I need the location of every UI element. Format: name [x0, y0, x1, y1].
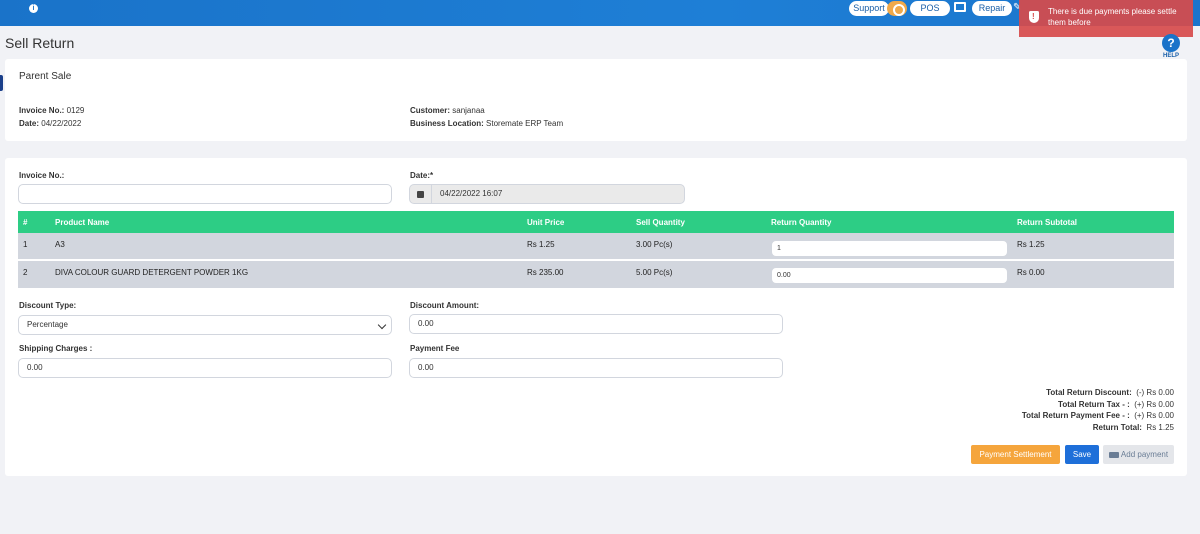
toast-message: There is due payments please settle them… [1048, 7, 1177, 27]
invoice-no-label: Invoice No.: [19, 171, 65, 180]
row-return-subtotal: Rs 0.00 [1017, 268, 1045, 277]
return-total-value: Rs 1.25 [1146, 422, 1174, 432]
total-return-discount: Total Return Discount: (-) Rs 0.00 [1022, 387, 1174, 399]
col-product-name: Product Name [55, 218, 110, 227]
parent-customer-label: Customer: [410, 106, 451, 115]
help-button[interactable]: ? HELP [1158, 34, 1184, 59]
parent-customer: Customer: sanjanaa [410, 106, 485, 115]
total-return-payment-fee-label: Total Return Payment Fee - : [1021, 411, 1130, 420]
cash-icon [1108, 451, 1119, 458]
return-total: Return Total: Rs 1.25 [1022, 422, 1174, 434]
parent-date-label: Date: [19, 119, 40, 128]
shipping-charges-input[interactable]: 0.00 [18, 358, 392, 378]
parent-invoice: Invoice No.: 0129 [19, 106, 84, 115]
add-payment-label: Add payment [1120, 450, 1169, 459]
row-unit-price: Rs 1.25 [527, 240, 555, 249]
table-row: 2 DIVA COLOUR GUARD DETERGENT POWDER 1KG… [18, 261, 1174, 288]
support-button[interactable]: Support [849, 1, 889, 16]
pos-button[interactable]: POS [910, 1, 950, 16]
col-sell-quantity: Sell Quantity [636, 218, 685, 227]
parent-invoice-label: Invoice No.: [19, 106, 65, 115]
calendar-icon [417, 191, 424, 198]
save-button[interactable]: Save [1065, 445, 1099, 464]
invoice-no-input[interactable] [18, 184, 392, 204]
page-title: Sell Return [5, 35, 75, 51]
row-sell-quantity: 3.00 Pc(s) [636, 240, 673, 249]
chevron-down-icon [377, 320, 387, 330]
row-return-subtotal: Rs 1.25 [1017, 240, 1045, 249]
row-number: 1 [23, 240, 28, 249]
support-icon[interactable] [887, 1, 907, 16]
parent-location: Business Location: Storemate ERP Team [410, 119, 563, 128]
parent-location-label: Business Location: [410, 119, 484, 128]
date-value: 04/22/2022 16:07 [440, 189, 503, 198]
total-return-discount-value: (-) Rs 0.00 [1136, 388, 1174, 397]
table-row: 1 A3 Rs 1.25 3.00 Pc(s) 1 Rs 1.25 [18, 233, 1174, 260]
products-table-header: # Product Name Unit Price Sell Quantity … [18, 211, 1174, 233]
row-unit-price: Rs 235.00 [527, 268, 564, 277]
col-number: # [23, 218, 28, 227]
info-icon[interactable]: i [29, 4, 38, 13]
parent-date-value: 04/22/2022 [41, 119, 82, 128]
add-payment-button[interactable]: Add payment [1103, 445, 1174, 464]
payment-fee-input[interactable]: 0.00 [409, 358, 783, 378]
return-quantity-input[interactable]: 1 [771, 240, 1008, 257]
sidebar-toggle[interactable] [0, 75, 3, 91]
payment-fee-label: Payment Fee [410, 344, 460, 353]
due-payment-toast[interactable]: There is due payments please settle them… [1019, 0, 1193, 37]
return-quantity-input[interactable]: 0.00 [771, 267, 1008, 284]
date-addon [410, 185, 432, 203]
row-number: 2 [23, 268, 28, 277]
sell-return-form-card: Invoice No.: Date:* 04/22/2022 16:07 # P… [5, 158, 1187, 476]
shield-alert-icon [1029, 11, 1039, 23]
total-return-tax-value: (+) Rs 0.00 [1134, 399, 1174, 409]
date-input[interactable]: 04/22/2022 16:07 [409, 184, 685, 204]
discount-type-value: Percentage [27, 320, 68, 329]
shipping-charges-label: Shipping Charges : [19, 344, 93, 353]
date-label: Date:* [410, 171, 434, 180]
repair-button[interactable]: Repair [972, 1, 1012, 16]
monitor-icon[interactable] [954, 2, 966, 12]
parent-location-value: Storemate ERP Team [486, 119, 564, 128]
total-return-tax: Total Return Tax - : (+) Rs 0.00 [1022, 399, 1174, 411]
total-return-payment-fee: Total Return Payment Fee - : (+) Rs 0.00 [1022, 410, 1174, 422]
row-sell-quantity: 5.00 Pc(s) [636, 268, 673, 277]
discount-type-label: Discount Type: [19, 301, 77, 310]
parent-invoice-value: 0129 [66, 106, 85, 115]
return-total-label: Return Total: [1092, 422, 1142, 432]
total-return-discount-label: Total Return Discount: [1046, 388, 1132, 397]
total-return-tax-label: Total Return Tax - : [1058, 399, 1130, 409]
discount-type-select[interactable]: Percentage [18, 315, 392, 335]
parent-date: Date: 04/22/2022 [19, 119, 81, 128]
parent-customer-value: sanjanaa [452, 106, 485, 115]
total-return-payment-fee-value: (+) Rs 0.00 [1134, 411, 1174, 420]
col-return-subtotal: Return Subtotal [1017, 218, 1077, 227]
discount-amount-label: Discount Amount: [410, 301, 480, 310]
help-icon[interactable]: ? [1162, 34, 1180, 52]
return-totals: Total Return Discount: (-) Rs 0.00 Total… [1022, 387, 1174, 433]
parent-sale-heading: Parent Sale [19, 71, 72, 82]
col-unit-price: Unit Price [527, 218, 565, 227]
row-product-name: DIVA COLOUR GUARD DETERGENT POWDER 1KG [55, 268, 249, 277]
col-return-quantity: Return Quantity [771, 218, 832, 227]
discount-amount-input[interactable]: 0.00 [409, 314, 783, 334]
parent-sale-card: Parent Sale Invoice No.: 0129 Date: 04/2… [5, 59, 1187, 141]
row-product-name: A3 [55, 240, 65, 249]
payment-settlement-button[interactable]: Payment Settlement [971, 445, 1060, 464]
